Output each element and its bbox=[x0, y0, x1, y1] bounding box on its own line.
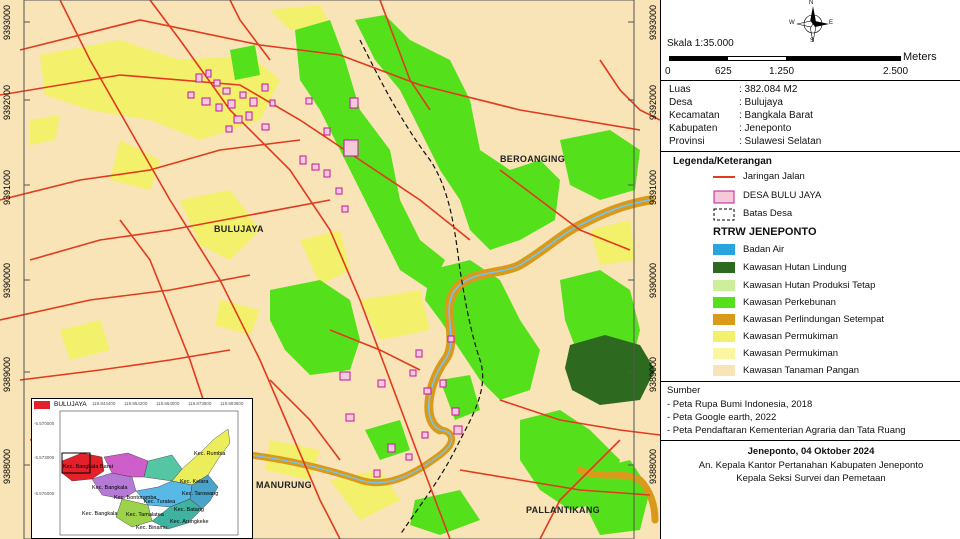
inset-district-label: Kec. Arungkeke bbox=[170, 519, 209, 525]
inset-x-tick: 119.854200 bbox=[124, 401, 148, 406]
legend-item: Batas Desa bbox=[743, 208, 793, 219]
inset-legend-swatch bbox=[34, 401, 50, 409]
scale-tick: 1.250 bbox=[769, 66, 795, 77]
legend-basic-icons bbox=[713, 176, 735, 221]
inset-district-label: Kec. Tamalatea bbox=[126, 512, 164, 518]
y-label-left: 9389000 bbox=[2, 356, 12, 392]
divider bbox=[661, 80, 960, 81]
legend-item: Kawasan Permukiman bbox=[743, 348, 839, 359]
compass-n: N bbox=[809, 0, 814, 6]
divider bbox=[661, 381, 960, 382]
divider bbox=[661, 151, 960, 152]
legend-swatch bbox=[713, 244, 735, 255]
y-label-right: 9389000 bbox=[648, 356, 658, 392]
source-item: - Peta Google earth, 2022 bbox=[667, 412, 777, 423]
inset-y-tick: -5.576000 bbox=[34, 491, 55, 496]
dashed-boundary-icon bbox=[713, 208, 735, 221]
inset-y-tick: -5.570000 bbox=[34, 421, 55, 426]
legend-item: Kawasan Hutan Lindung bbox=[743, 262, 847, 273]
sign-line-1: An. Kepala Kantor Pertanahan Kabupaten J… bbox=[698, 460, 924, 471]
source-item: - Peta Pendaftaran Kementerian Agraria d… bbox=[667, 425, 906, 436]
place-label-bulujaya: BULUJAYA bbox=[214, 224, 264, 234]
y-label-right: 9390000 bbox=[648, 262, 658, 298]
scale-text: Skala 1:35.000 bbox=[667, 38, 734, 49]
inset-district-label: Kec. Bangkala Barat bbox=[63, 464, 114, 470]
compass-w: W bbox=[789, 20, 795, 26]
inset-district-label: Kec. Bangkala bbox=[92, 485, 128, 491]
sign-place-date: Jeneponto, 04 Oktober 2024 bbox=[747, 446, 875, 457]
compass-e: E bbox=[829, 20, 834, 26]
info-row-luas: Luas: 382.084 M2 bbox=[669, 84, 798, 95]
place-label-beroanging: BEROANGING bbox=[500, 154, 566, 164]
inset-y-tick: -5.573000 bbox=[34, 455, 55, 460]
map-legend-panel: N S W E Skala 1:35.000 Meters 0 625 1.25… bbox=[660, 0, 960, 539]
sign-line-2: Kepala Seksi Survei dan Pemetaan bbox=[736, 473, 886, 484]
inset-x-tick: 119.864000 bbox=[156, 401, 180, 406]
compass-s: S bbox=[810, 38, 815, 44]
legend-item: Kawasan Perkebunan bbox=[743, 297, 836, 308]
info-row-provinsi: Provinsi: Sulawesi Selatan bbox=[669, 136, 822, 147]
scale-unit: Meters bbox=[903, 51, 937, 63]
legend-item: Kawasan Permukiman bbox=[743, 331, 839, 342]
legend-swatch bbox=[713, 262, 735, 273]
divider bbox=[661, 440, 960, 441]
sources-title: Sumber bbox=[667, 385, 701, 396]
legend-item: Kawasan Tanaman Pangan bbox=[743, 365, 860, 376]
scale-tick: 625 bbox=[715, 66, 732, 77]
place-label-pallantikang: PALLANTIKANG bbox=[526, 505, 600, 515]
inset-x-tick: 119.883600 bbox=[220, 401, 244, 406]
legend-swatch bbox=[713, 297, 735, 308]
inset-district-label: Kec. Turatea bbox=[144, 499, 176, 505]
scale-tick: 2.500 bbox=[883, 66, 909, 77]
inset-legend-label: BULUJAYA bbox=[54, 401, 87, 408]
source-item: - Peta Rupa Bumi Indonesia, 2018 bbox=[667, 399, 813, 410]
y-label-right: 9392000 bbox=[648, 84, 658, 120]
legend-item: DESA BULU JAYA bbox=[743, 190, 822, 201]
legend-swatch bbox=[713, 348, 735, 359]
legend-swatch bbox=[713, 365, 735, 376]
inset-district-label: Kec. Rumbia bbox=[194, 451, 226, 457]
inset-district-label: Kec. Binamu bbox=[136, 525, 168, 531]
info-row-desa: Desa: Bulujaya bbox=[669, 97, 783, 108]
village-polygon-icon bbox=[713, 190, 735, 204]
legend-swatch bbox=[713, 331, 735, 342]
legend-item: Jaringan Jalan bbox=[743, 171, 805, 182]
legend-item: Badan Air bbox=[743, 244, 785, 255]
y-label-left: 9392000 bbox=[2, 84, 12, 120]
place-label-manurung: MANURUNG bbox=[256, 480, 312, 490]
inset-district-label: Kec. Bangkala bbox=[82, 511, 118, 517]
y-label-left: 9393000 bbox=[2, 4, 12, 40]
legend-item: Kawasan Perlindungan Setempat bbox=[743, 314, 885, 325]
info-row-kabupaten: Kabupaten: Jeneponto bbox=[669, 123, 792, 134]
legend-swatch bbox=[713, 280, 735, 291]
y-label-right: 9388000 bbox=[648, 448, 658, 484]
rtrw-title: RTRW JENEPONTO bbox=[713, 226, 817, 238]
y-label-left: 9390000 bbox=[2, 262, 12, 298]
legend-swatch bbox=[713, 314, 735, 325]
legend-item: Kawasan Hutan Produksi Tetap bbox=[743, 280, 876, 291]
inset-locator-map: BULUJAYA 119.844400 119.854200 119.86400… bbox=[31, 398, 253, 539]
inset-x-tick: 119.873800 bbox=[188, 401, 212, 406]
inset-x-tick: 119.844400 bbox=[92, 401, 116, 406]
inset-district-label: Kec. Batang bbox=[174, 507, 204, 513]
scale-bar bbox=[669, 56, 901, 61]
y-label-left: 9391000 bbox=[2, 169, 12, 205]
y-label-left: 9388000 bbox=[2, 448, 12, 484]
map-frame[interactable]: 9393000 9392000 9391000 9390000 9389000 … bbox=[0, 0, 660, 539]
info-row-kecamatan: Kecamatan: Bangkala Barat bbox=[669, 110, 813, 121]
y-label-right: 9393000 bbox=[648, 4, 658, 40]
y-label-right: 9391000 bbox=[648, 169, 658, 205]
legend-title: Legenda/Keterangan bbox=[673, 156, 772, 167]
inset-district-label: Kec. Tarowang bbox=[182, 491, 219, 497]
scale-tick: 0 bbox=[665, 66, 671, 77]
inset-district-label: Kec. Kelara bbox=[180, 479, 209, 485]
